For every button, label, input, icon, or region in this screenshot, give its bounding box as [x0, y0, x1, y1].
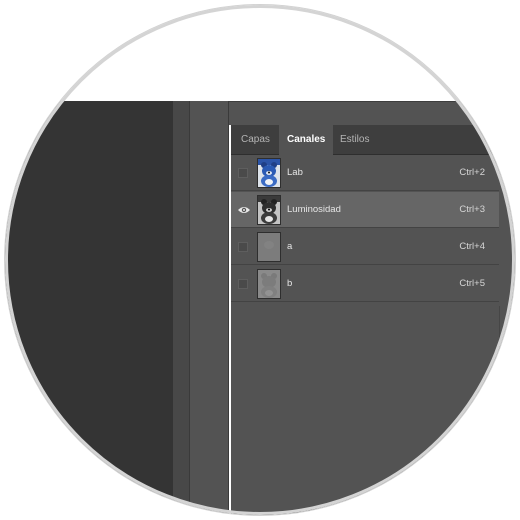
- flat-gray-icon: [257, 232, 281, 262]
- flat-gray-bear-icon: [257, 269, 281, 299]
- visibility-toggle[interactable]: [238, 168, 248, 178]
- document-canvas[interactable]: [5, 101, 173, 515]
- zoom-lens-figure: Capas Canales Estilos Lab Ctrl+2 Luminos…: [0, 0, 520, 520]
- visibility-toggle[interactable]: [238, 242, 248, 252]
- channel-row-a[interactable]: a Ctrl+4: [231, 229, 499, 265]
- channel-name: Luminosidad: [287, 204, 341, 215]
- color-bear-icon: [257, 158, 281, 188]
- panel-header-strip: [229, 101, 515, 125]
- eye-icon[interactable]: [237, 205, 251, 215]
- tab-capas[interactable]: Capas: [233, 125, 278, 154]
- grayscale-bear-icon: [257, 195, 281, 225]
- channels-panel: Capas Canales Estilos Lab Ctrl+2 Luminos…: [231, 125, 515, 515]
- channel-name: Lab: [287, 167, 303, 178]
- channels-list-empty-area: [231, 306, 500, 515]
- channel-row-lab[interactable]: Lab Ctrl+2: [231, 155, 499, 191]
- panel-tab-bar: Capas Canales Estilos: [231, 125, 515, 155]
- magnified-region: Capas Canales Estilos Lab Ctrl+2 Luminos…: [5, 5, 515, 515]
- channel-shortcut: Ctrl+2: [459, 167, 485, 178]
- visibility-toggle[interactable]: [238, 279, 248, 289]
- channel-name: b: [287, 278, 293, 289]
- channel-name: a: [287, 241, 293, 252]
- tab-estilos[interactable]: Estilos: [332, 125, 377, 154]
- collapsed-panel-column: [189, 101, 229, 515]
- channel-row-b[interactable]: b Ctrl+5: [231, 266, 499, 302]
- channel-shortcut: Ctrl+3: [459, 204, 485, 215]
- channel-shortcut: Ctrl+5: [459, 278, 485, 289]
- channel-shortcut: Ctrl+4: [459, 241, 485, 252]
- channel-row-luminosidad[interactable]: Luminosidad Ctrl+3: [231, 192, 499, 228]
- tab-canales[interactable]: Canales: [279, 125, 334, 155]
- panel-dock-edge: [173, 101, 189, 515]
